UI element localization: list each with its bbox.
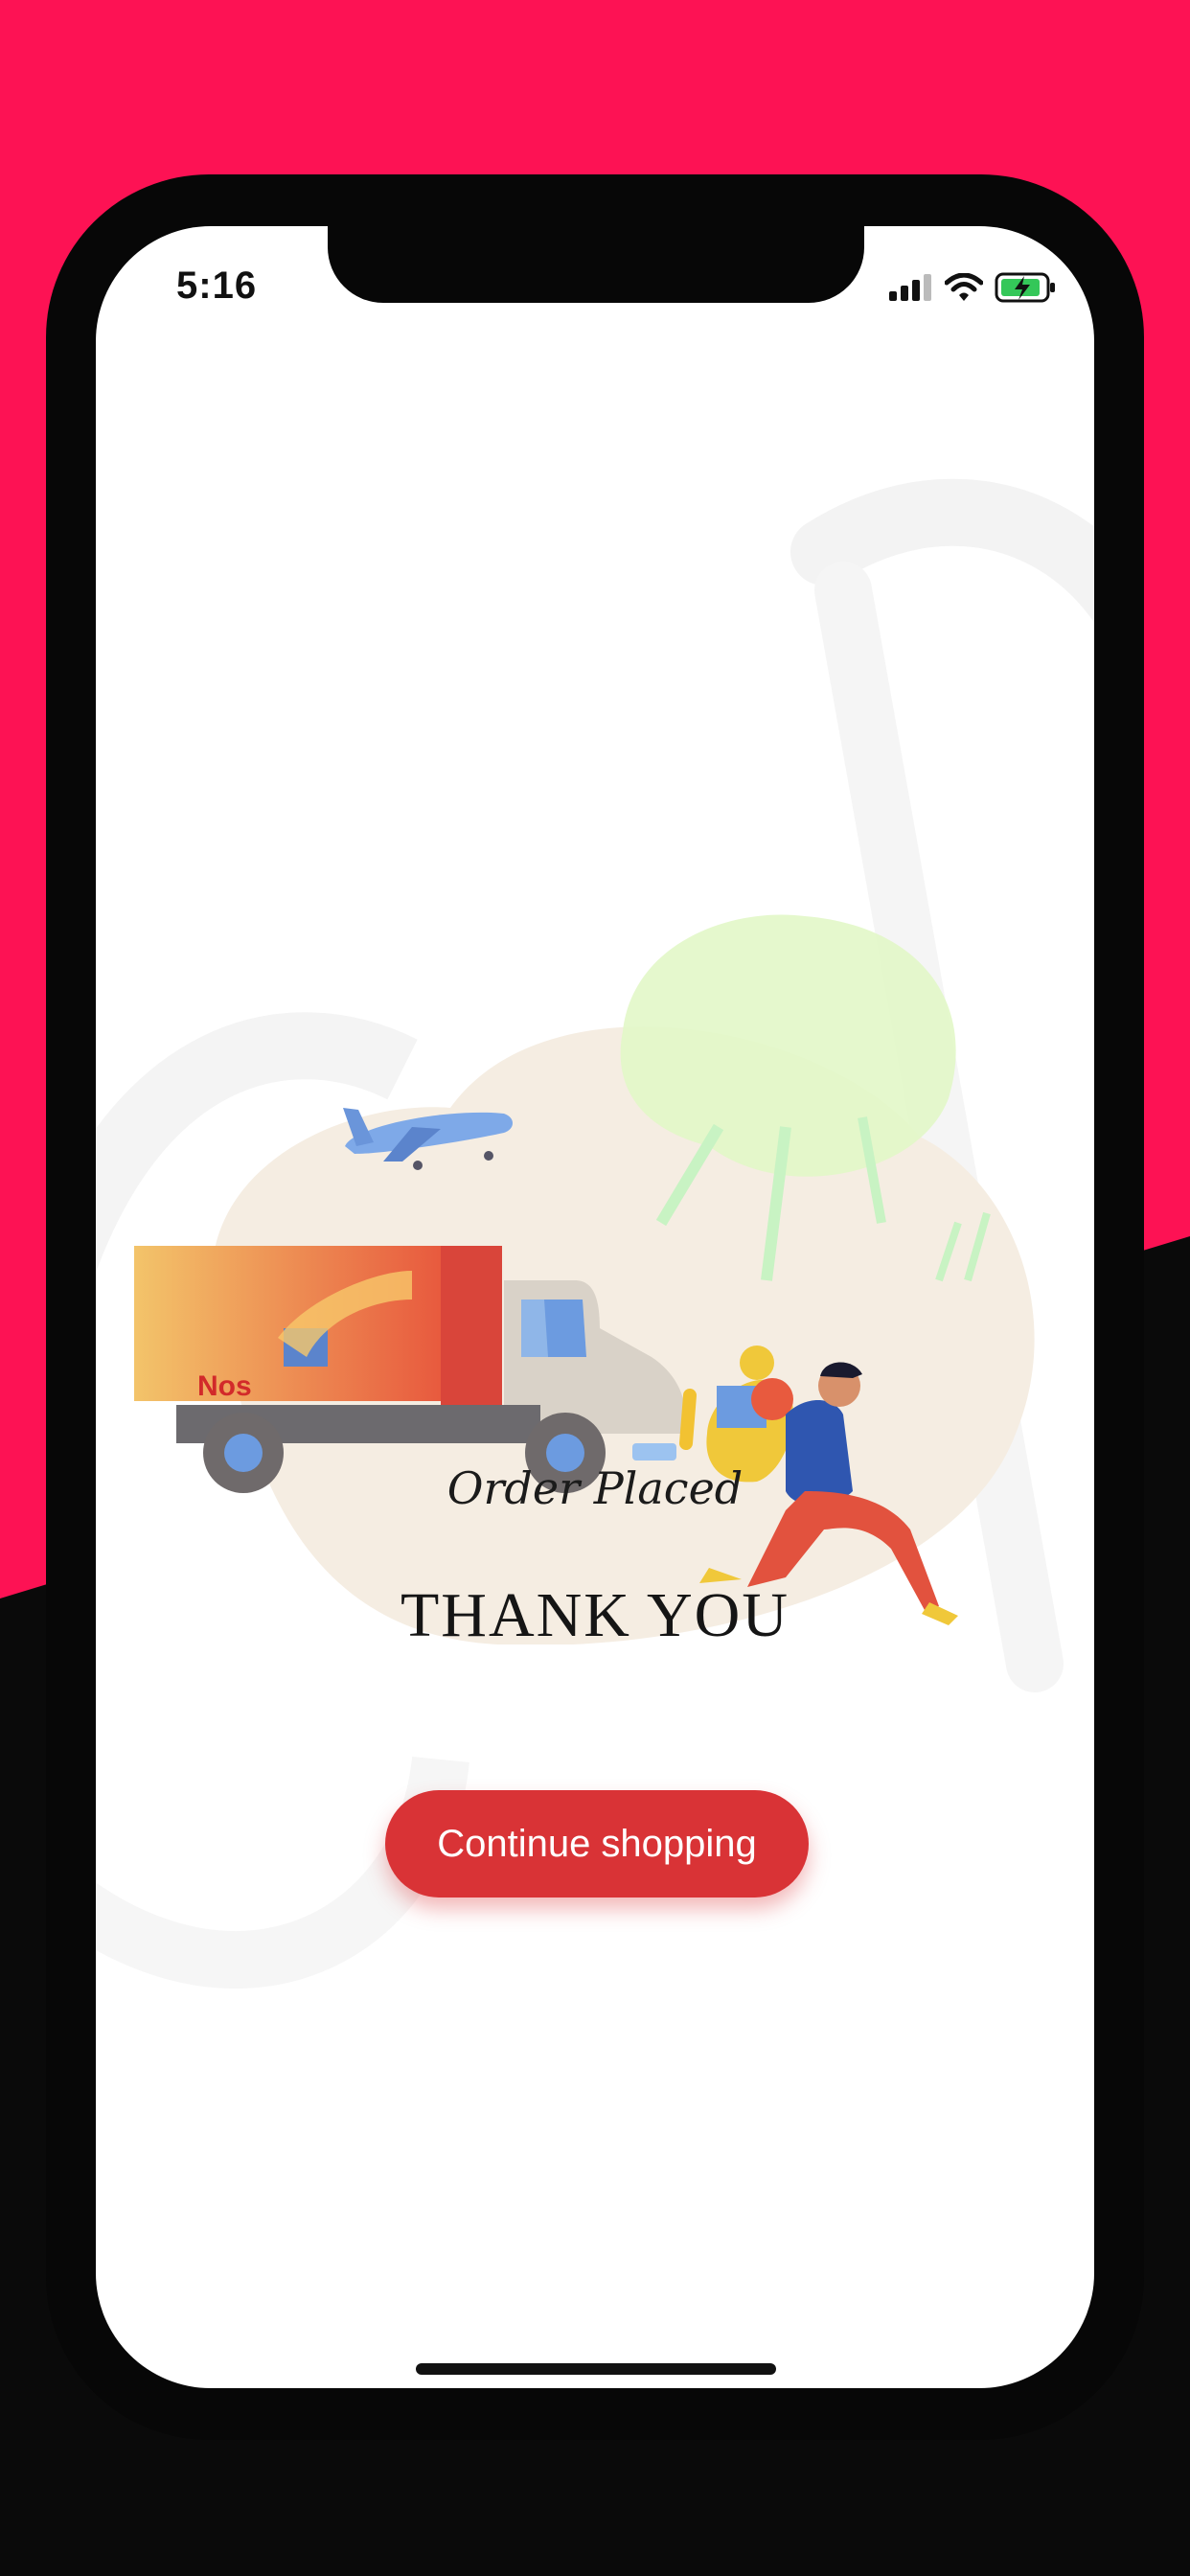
order-status-label: Order Placed: [446, 1462, 744, 1514]
cellular-signal-icon: [889, 274, 931, 301]
battery-charging-icon: [995, 272, 1055, 303]
status-time: 5:16: [176, 264, 258, 307]
status-icons: [889, 268, 1058, 307]
thank-you-heading: THANK YOU: [400, 1580, 790, 1650]
home-indicator[interactable]: [416, 2363, 776, 2375]
wifi-icon: [945, 273, 983, 301]
truck-logo-text: Nos: [197, 1370, 252, 1402]
continue-shopping-button[interactable]: Continue shopping: [385, 1790, 809, 1898]
phone-screen: 5:16 Nos Order Placed THANK YOU Continue…: [96, 226, 1094, 2388]
delivery-illustration: Nos: [134, 914, 1035, 1644]
notch: [328, 226, 864, 303]
